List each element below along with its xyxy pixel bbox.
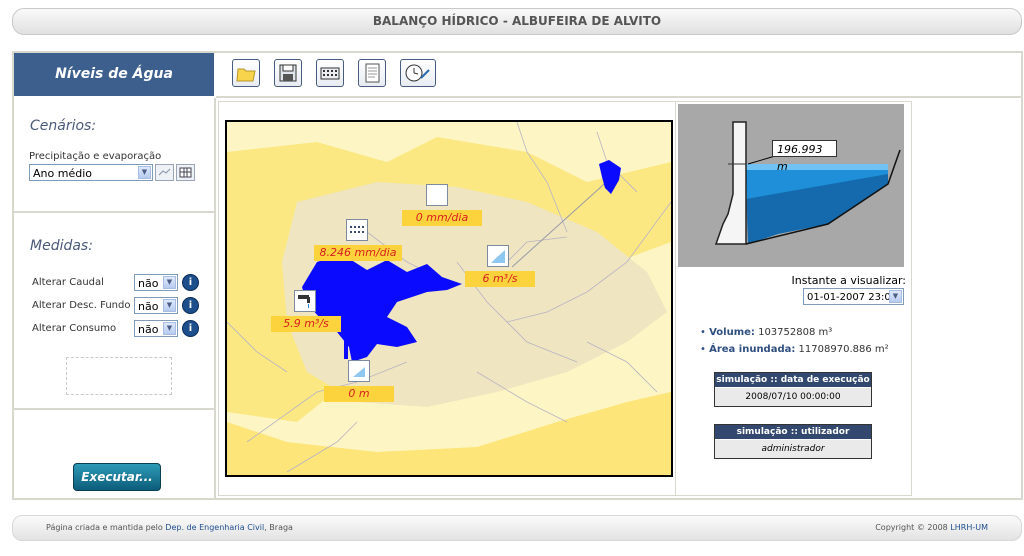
chevron-down-icon: ▼: [163, 322, 176, 335]
precip-select-value: Ano médio: [33, 167, 92, 180]
page-title: BALANÇO HÍDRICO - ALBUFEIRA DE ALVITO: [12, 8, 1022, 35]
desc-fundo-select[interactable]: não ▼: [134, 297, 178, 314]
dam-profile: 196.993 m: [678, 104, 904, 267]
instant-select[interactable]: 01-01-2007 23:00 ▼: [803, 288, 904, 305]
info-icon[interactable]: i: [182, 297, 199, 314]
document-icon[interactable]: [358, 59, 386, 87]
footer: Página criada e mantida pelo Dep. de Eng…: [12, 515, 1022, 541]
volume-stat: • Volume: 103752808 m³: [700, 327, 833, 338]
reservoir-map: 0 mm/dia 8.246 mm/dia 6 m³/s 5.9 m³/s 0 …: [225, 120, 673, 477]
measure-label: Alterar Desc. Fundo: [32, 300, 131, 311]
tap-icon: [294, 290, 316, 312]
sidebar: Cenários: Precipitação e evaporação Ano …: [14, 98, 216, 498]
inflow-icon: [487, 245, 509, 267]
medidas-title: Medidas:: [30, 238, 93, 254]
info-icon[interactable]: i: [182, 320, 199, 337]
chevron-down-icon: ▼: [163, 299, 176, 312]
chevron-down-icon: ▼: [138, 166, 151, 179]
volume-value: 103752808 m³: [754, 327, 833, 338]
execute-button[interactable]: Executar...: [73, 463, 161, 491]
divider: [14, 211, 214, 213]
folder-icon[interactable]: [232, 59, 260, 87]
caudal-select[interactable]: não ▼: [134, 274, 178, 291]
chevron-down-icon: ▼: [889, 290, 902, 303]
area-label: Área inundada:: [709, 344, 796, 355]
chevron-down-icon: ▼: [163, 276, 176, 289]
precip-label: Precipitação e evaporação: [29, 151, 162, 162]
instant-select-value: 01-01-2007 23:00: [807, 292, 898, 303]
map-panel: 0 mm/dia 8.246 mm/dia 6 m³/s 5.9 m³/s 0 …: [218, 101, 676, 496]
placeholder-box: [66, 357, 172, 395]
clock-icon[interactable]: [400, 59, 436, 87]
instant-label: Instante a visualizar:: [791, 274, 906, 287]
tab-niveis-de-agua[interactable]: Níveis de Água: [14, 53, 214, 96]
area-stat: • Área inundada: 11708970.886 m²: [700, 344, 889, 355]
footer-text: Página criada e mantida pelo: [46, 523, 166, 532]
sim-date-label: simulação :: data de execução: [715, 373, 871, 388]
rain-label: 8.246 mm/dia: [314, 245, 402, 261]
copyright-text: Copyright © 2008: [875, 523, 951, 532]
footer-left: Página criada e mantida pelo Dep. de Eng…: [46, 523, 293, 532]
consumo-select-value: não: [138, 323, 159, 336]
main-frame: Níveis de Água Cenários: Precipitação e …: [12, 51, 1023, 537]
water-level-tag: 196.993 m: [772, 140, 837, 173]
volume-label: Volume:: [709, 327, 755, 338]
level-icon: [348, 360, 370, 382]
toolbar: [216, 53, 1021, 98]
area-value: 11708970.886 m²: [795, 344, 889, 355]
lhrh-link[interactable]: LHRH-UM: [950, 523, 988, 532]
footer-dept-link[interactable]: Dep. de Engenharia Civil: [165, 523, 264, 532]
cenarios-title: Cenários:: [30, 118, 97, 134]
inflow-label: 6 m³/s: [465, 271, 535, 287]
grid-icon[interactable]: [176, 164, 195, 181]
sim-user-box: simulação :: utilizador administrador: [714, 424, 872, 459]
dam-profile-drawing: [678, 104, 904, 267]
footer-suffix: , Braga: [264, 523, 293, 532]
caudal-select-value: não: [138, 277, 159, 290]
divider: [14, 408, 214, 410]
sim-user-label: simulação :: utilizador: [715, 425, 871, 440]
info-icon[interactable]: i: [182, 274, 199, 291]
footer-right: Copyright © 2008 LHRH-UM: [875, 523, 988, 532]
sim-date-value: 2008/07/10 00:00:00: [745, 392, 841, 402]
rain-icon: [346, 219, 368, 241]
save-icon[interactable]: [274, 59, 302, 87]
sim-user-value: administrador: [761, 444, 825, 454]
evaporation-icon: [426, 184, 448, 206]
measure-label: Alterar Consumo: [32, 323, 117, 334]
level-label: 0 m: [324, 386, 394, 402]
sim-date-box: simulação :: data de execução 2008/07/10…: [714, 372, 872, 407]
precip-select[interactable]: Ano médio ▼: [29, 164, 153, 181]
desc-fundo-select-value: não: [138, 300, 159, 313]
consumo-select[interactable]: não ▼: [134, 320, 178, 337]
results-panel: 196.993 m Instante a visualizar: 01-01-2…: [675, 101, 912, 537]
chart-icon[interactable]: [155, 164, 174, 181]
evaporation-label: 0 mm/dia: [402, 210, 482, 226]
calculator-icon[interactable]: [316, 59, 344, 87]
outflow-label: 5.9 m³/s: [271, 316, 341, 332]
measure-label: Alterar Caudal: [32, 277, 104, 288]
